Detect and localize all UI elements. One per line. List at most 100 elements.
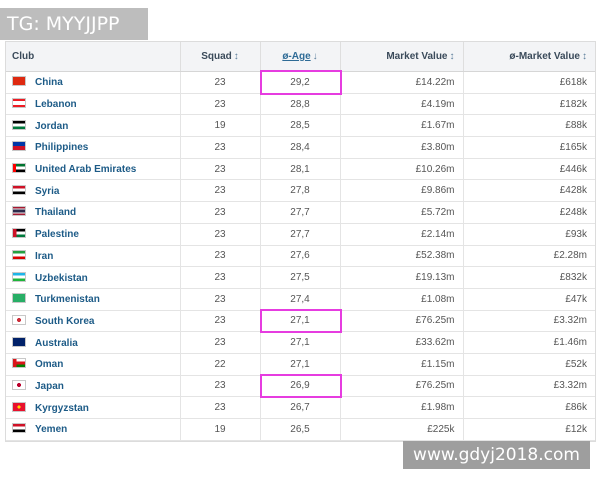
market-value-cell: £10.26m (340, 158, 464, 181)
club-cell[interactable]: Philippines (6, 136, 181, 159)
table-row: Syria 23 27,8 £9.86m £428k (6, 179, 595, 203)
table-row: Oman 22 27,1 £1.15m £52k (6, 353, 595, 376)
market-value-cell: £225k (340, 418, 464, 441)
avg-market-value-cell: £47k (463, 288, 595, 311)
avg-market-value-cell: £3.32m (463, 310, 595, 333)
sort-icon[interactable]: ↕ (234, 51, 239, 62)
table-row: United Arab Emirates 23 28,1 £10.26m £446k (6, 158, 595, 181)
avg-market-value-cell: £165k (463, 136, 595, 159)
club-link[interactable]: United Arab Emirates (35, 164, 136, 175)
sort-descending-icon[interactable]: ↓ (313, 51, 318, 62)
squad-cell: 23 (180, 158, 261, 181)
club-link[interactable]: Iran (35, 251, 53, 262)
avg-market-value-cell: £428k (463, 179, 595, 203)
club-cell[interactable]: Palestine (6, 223, 181, 246)
club-cell[interactable]: China (6, 71, 181, 94)
squad-cell: 23 (180, 331, 261, 354)
age-cell: 27,8 (260, 179, 341, 203)
squad-cell: 23 (180, 375, 261, 398)
market-value-cell: £1.08m (340, 288, 464, 311)
club-link[interactable]: Palestine (35, 229, 79, 240)
age-cell: 27,7 (260, 223, 341, 246)
age-cell: 27,7 (260, 201, 341, 224)
club-link[interactable]: Kyrgyzstan (35, 403, 89, 414)
club-link[interactable]: South Korea (35, 316, 94, 327)
market-value-cell: £33.62m (340, 331, 464, 354)
club-cell[interactable]: Jordan (6, 114, 181, 138)
club-cell[interactable]: Oman (6, 353, 181, 376)
watermark-top: TG: MYYJJPP (0, 8, 148, 40)
avg-market-value-cell: £86k (463, 396, 595, 419)
age-cell: 26,5 (260, 418, 341, 441)
age-cell: 27,6 (260, 245, 341, 268)
club-cell[interactable]: Iran (6, 245, 181, 268)
sort-icon[interactable]: ↕ (582, 51, 587, 62)
table-row: Philippines 23 28,4 £3.80m £165k (6, 136, 595, 159)
club-link[interactable]: Oman (35, 359, 63, 370)
age-cell: 27,4 (260, 288, 341, 311)
market-value-cell: £76.25m (340, 375, 464, 398)
avg-market-value-cell: £2.28m (463, 245, 595, 268)
market-value-cell: £5.72m (340, 201, 464, 224)
age-cell: 27,5 (260, 266, 341, 289)
flag-icon (12, 98, 26, 109)
squad-cell: 23 (180, 179, 261, 203)
club-link[interactable]: Thailand (35, 207, 76, 218)
club-cell[interactable]: Japan (6, 375, 181, 398)
flag-icon (12, 163, 26, 174)
age-cell: 27,1 (260, 353, 341, 376)
table-row: Japan 23 26,9 £76.25m £3.32m (6, 373, 595, 398)
market-value-cell: £2.14m (340, 223, 464, 246)
table-header-row: Club Squad ↕ ø-Age ↓ Market Value ↕ ø-Marke… (6, 42, 595, 72)
club-link[interactable]: Australia (35, 337, 78, 348)
squad-cell: 19 (180, 418, 261, 441)
sort-icon[interactable]: ↕ (450, 51, 455, 62)
club-link[interactable]: Syria (35, 186, 59, 197)
table-row: Yemen 19 26,5 £225k £12k (6, 418, 595, 441)
squad-age-table: Club Squad ↕ ø-Age ↓ Market Value ↕ ø-Marke… (5, 41, 596, 442)
avg-market-value-cell: £52k (463, 353, 595, 376)
table-row: Kyrgyzstan 23 26,7 £1.98m £86k (6, 396, 595, 419)
column-header-market-value[interactable]: Market Value ↕ (340, 42, 464, 72)
club-link[interactable]: Lebanon (35, 99, 77, 110)
age-cell: 26,9 (259, 373, 341, 398)
avg-market-value-cell: £832k (463, 266, 595, 289)
column-header-squad[interactable]: Squad ↕ (180, 42, 261, 72)
club-cell[interactable]: Australia (6, 331, 181, 354)
club-cell[interactable]: Turkmenistan (6, 288, 181, 311)
club-cell[interactable]: Uzbekistan (6, 266, 181, 289)
column-header-age[interactable]: ø-Age ↓ (260, 42, 341, 72)
avg-market-value-cell: £446k (463, 158, 595, 181)
club-cell[interactable]: Kyrgyzstan (6, 396, 181, 419)
club-cell[interactable]: South Korea (6, 310, 181, 333)
club-cell[interactable]: Lebanon (6, 93, 181, 116)
squad-cell: 23 (180, 136, 261, 159)
squad-cell: 23 (180, 310, 261, 333)
flag-icon (12, 336, 26, 347)
club-cell[interactable]: United Arab Emirates (6, 158, 181, 181)
club-link[interactable]: Philippines (35, 142, 88, 153)
squad-cell: 23 (180, 396, 261, 419)
club-cell[interactable]: Thailand (6, 201, 181, 224)
club-link[interactable]: Turkmenistan (35, 294, 100, 305)
table-row: Iran 23 27,6 £52.38m £2.28m (6, 245, 595, 268)
club-link[interactable]: Uzbekistan (35, 272, 88, 283)
age-cell: 28,4 (260, 136, 341, 159)
avg-market-value-cell: £618k (463, 71, 595, 94)
table-row: Turkmenistan 23 27,4 £1.08m £47k (6, 288, 595, 311)
club-link[interactable]: Jordan (35, 121, 68, 132)
flag-icon (12, 141, 26, 152)
age-cell: 27,1 (260, 331, 341, 354)
avg-market-value-cell: £1.46m (463, 331, 595, 354)
club-link[interactable]: Japan (35, 381, 64, 392)
squad-cell: 23 (180, 71, 261, 94)
club-link[interactable]: China (35, 77, 63, 88)
club-cell[interactable]: Syria (6, 179, 181, 203)
club-cell[interactable]: Yemen (6, 418, 181, 441)
club-link[interactable]: Yemen (35, 424, 67, 435)
column-header-avg-market-value[interactable]: ø-Market Value ↕ (463, 42, 595, 72)
avg-market-value-cell: £88k (463, 114, 595, 138)
flag-icon (12, 293, 26, 304)
squad-cell: 23 (180, 201, 261, 224)
market-value-cell: £9.86m (340, 179, 464, 203)
